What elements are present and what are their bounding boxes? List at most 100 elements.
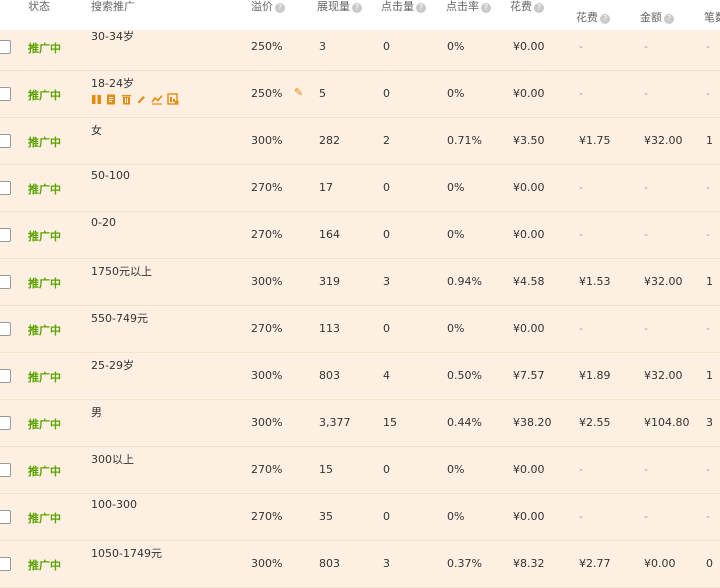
- premium-cell: 250%: [251, 40, 283, 53]
- ctr-cell: 0.94%: [447, 275, 482, 288]
- row-checkbox[interactable]: [0, 40, 11, 54]
- help-icon[interactable]: ?: [275, 3, 285, 13]
- cost-cell: ¥0.00: [513, 463, 545, 476]
- sub-cost-cell: ¥1.53: [579, 275, 611, 288]
- orders-cell: -: [706, 87, 710, 100]
- amount-cell: -: [644, 322, 648, 335]
- impressions-cell: 319: [319, 275, 340, 288]
- ctr-cell: 0%: [447, 181, 465, 194]
- help-icon[interactable]: ?: [352, 3, 362, 13]
- clicks-cell: 0: [383, 87, 390, 100]
- clicks-cell: 4: [383, 369, 390, 382]
- status-badge: 推广中: [28, 230, 61, 243]
- edit-icon[interactable]: [136, 94, 147, 105]
- targeting-name: 18-24岁: [91, 77, 134, 90]
- orders-cell: 3: [706, 416, 713, 429]
- amount-cell: ¥0.00: [644, 557, 676, 570]
- row-checkbox[interactable]: [0, 463, 11, 477]
- ctr-cell: 0.44%: [447, 416, 482, 429]
- table-row: 推广中 女 300% 282 2 0.71% ¥3.50 ¥1.75 ¥32.00 1: [0, 117, 720, 165]
- table-row: 推广中 18-24岁 250% 5 0 0% ¥0.00 - - - ✎: [0, 70, 720, 118]
- clicks-cell: 3: [383, 275, 390, 288]
- row-checkbox[interactable]: [0, 510, 11, 524]
- status-badge: 推广中: [28, 89, 61, 102]
- targeting-name: 100-300: [91, 498, 137, 511]
- help-icon[interactable]: ?: [534, 3, 544, 13]
- ctr-cell: 0%: [447, 322, 465, 335]
- report-icon[interactable]: [167, 93, 179, 105]
- targeting-name: 25-29岁: [91, 359, 134, 372]
- orders-cell: -: [706, 40, 710, 53]
- amount-cell: ¥32.00: [644, 275, 683, 288]
- orders-cell: 1: [706, 275, 713, 288]
- targeting-name: 1050-1749元: [91, 547, 162, 560]
- cost-cell: ¥0.00: [513, 510, 545, 523]
- status-badge: 推广中: [28, 136, 61, 149]
- sub-cost-cell: -: [579, 228, 583, 241]
- row-checkbox[interactable]: [0, 369, 11, 383]
- status-badge: 推广中: [28, 418, 61, 431]
- row-checkbox[interactable]: [0, 87, 11, 101]
- copy-icon[interactable]: [106, 94, 117, 105]
- status-badge: 推广中: [28, 465, 61, 478]
- row-checkbox[interactable]: [0, 134, 11, 148]
- ctr-cell: 0%: [447, 40, 465, 53]
- header-ctr: 点击率?: [446, 0, 491, 14]
- cost-cell: ¥0.00: [513, 322, 545, 335]
- impressions-cell: 3: [319, 40, 326, 53]
- trend-chart-icon[interactable]: [151, 94, 163, 105]
- sub-cost-cell: -: [579, 322, 583, 335]
- amount-cell: -: [644, 463, 648, 476]
- impressions-cell: 5: [319, 87, 326, 100]
- orders-cell: -: [706, 181, 710, 194]
- targeting-name: 女: [91, 124, 102, 137]
- table-row: 推广中 1050-1749元 300% 803 3 0.37% ¥8.32 ¥2.77 ¥0.0…: [0, 540, 720, 588]
- table-row: 推广中 550-749元 270% 113 0 0% ¥0.00 - - -: [0, 305, 720, 353]
- amount-cell: -: [644, 228, 648, 241]
- delete-icon[interactable]: [121, 94, 132, 105]
- row-checkbox[interactable]: [0, 228, 11, 242]
- header-status: 状态: [28, 0, 50, 13]
- status-badge: 推广中: [28, 42, 61, 55]
- ctr-cell: 0%: [447, 463, 465, 476]
- pause-icon[interactable]: [91, 94, 102, 105]
- premium-cell: 270%: [251, 322, 283, 335]
- cost-cell: ¥0.00: [513, 87, 545, 100]
- orders-cell: 1: [706, 134, 713, 147]
- table-row: 推广中 1750元以上 300% 319 3 0.94% ¥4.58 ¥1.53 ¥32.00 1: [0, 258, 720, 306]
- sub-cost-cell: ¥2.77: [579, 557, 611, 570]
- targeting-name: 0-20: [91, 216, 116, 229]
- sub-cost-cell: ¥1.75: [579, 134, 611, 147]
- help-icon[interactable]: ?: [416, 3, 426, 13]
- impressions-cell: 113: [319, 322, 340, 335]
- impressions-cell: 164: [319, 228, 340, 241]
- ctr-cell: 0.37%: [447, 557, 482, 570]
- table-row: 推广中 50-100 270% 17 0 0% ¥0.00 - - -: [0, 164, 720, 212]
- row-checkbox[interactable]: [0, 557, 11, 571]
- ctr-cell: 0%: [447, 510, 465, 523]
- premium-cell: 270%: [251, 510, 283, 523]
- status-badge: 推广中: [28, 183, 61, 196]
- impressions-cell: 282: [319, 134, 340, 147]
- sub-cost-cell: -: [579, 510, 583, 523]
- impressions-cell: 17: [319, 181, 333, 194]
- header-clicks: 点击量?: [381, 0, 426, 14]
- amount-cell: ¥32.00: [644, 369, 683, 382]
- row-checkbox[interactable]: [0, 181, 11, 195]
- sub-cost-cell: -: [579, 87, 583, 100]
- impressions-cell: 803: [319, 369, 340, 382]
- row-checkbox[interactable]: [0, 416, 11, 430]
- targeting-name: 550-749元: [91, 312, 148, 325]
- premium-cell: 300%: [251, 416, 283, 429]
- orders-cell: 0: [706, 557, 713, 570]
- status-badge: 推广中: [28, 512, 61, 525]
- orders-cell: -: [706, 322, 710, 335]
- ctr-cell: 0%: [447, 87, 465, 100]
- clicks-cell: 0: [383, 40, 390, 53]
- help-icon[interactable]: ?: [481, 3, 491, 13]
- row-checkbox[interactable]: [0, 275, 11, 289]
- targeting-name: 1750元以上: [91, 265, 152, 278]
- targeting-name: 30-34岁: [91, 30, 134, 43]
- edit-premium-icon[interactable]: ✎: [294, 86, 303, 99]
- row-checkbox[interactable]: [0, 322, 11, 336]
